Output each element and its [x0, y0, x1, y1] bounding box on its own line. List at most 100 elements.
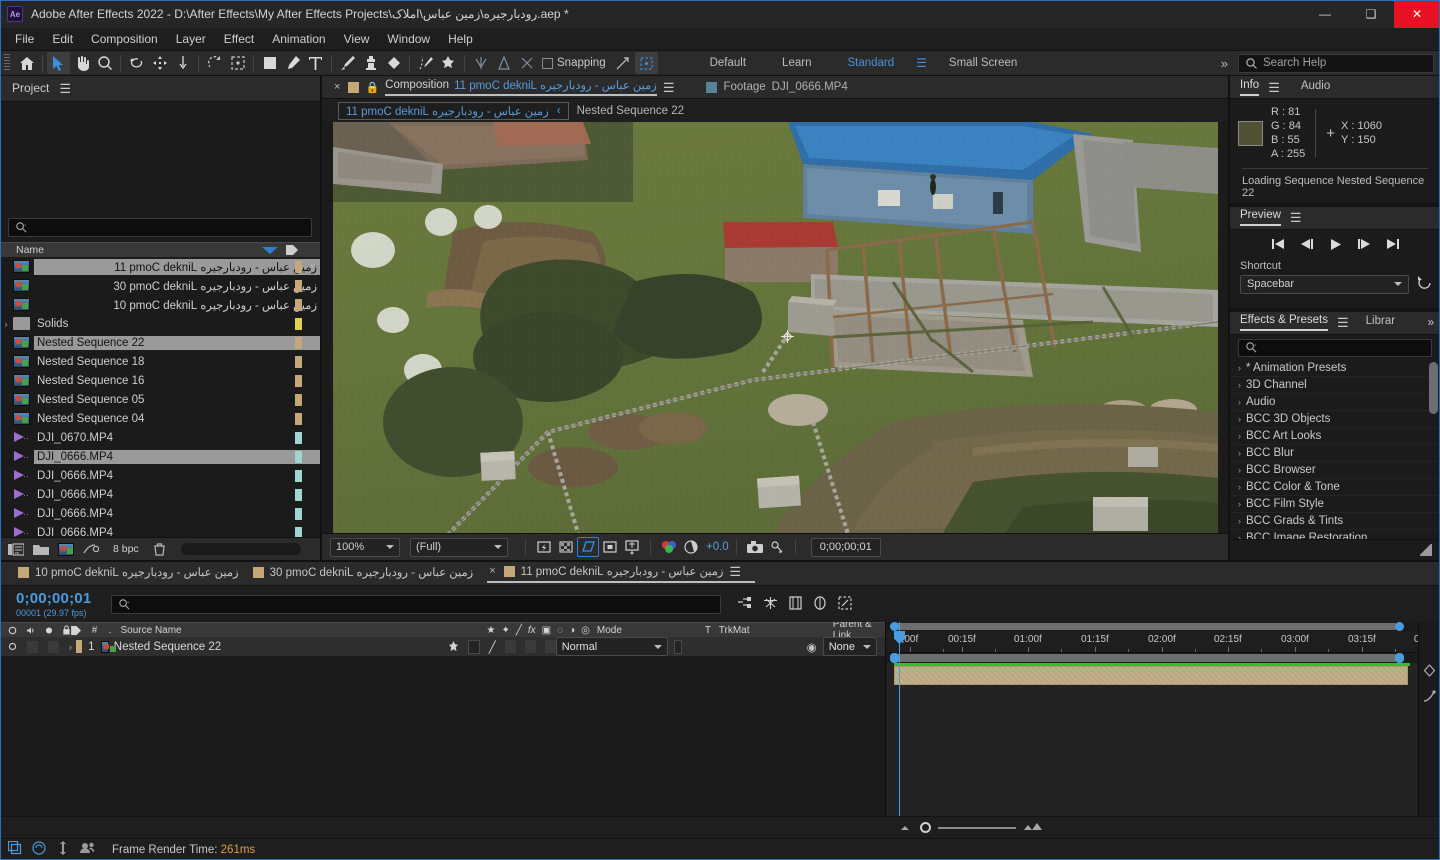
search-help-input[interactable]: Search Help — [1238, 53, 1434, 73]
effects-category-row[interactable]: › BCC Image Restoration — [1230, 530, 1440, 539]
workspace-small-screen[interactable]: Small Screen — [931, 57, 1035, 69]
mask-feather-tool-icon[interactable] — [634, 52, 658, 74]
fast-previews-icon[interactable] — [533, 537, 555, 557]
disclosure-triangle-icon[interactable]: › — [1238, 499, 1241, 509]
transparency-grid-icon[interactable] — [555, 537, 577, 557]
resize-grip-icon[interactable] — [1420, 543, 1432, 556]
draft-3d-icon[interactable] — [763, 596, 778, 613]
mode-value-box[interactable]: Normal — [555, 637, 668, 656]
interpret-footage-icon[interactable] — [8, 543, 24, 556]
toolbar-grip[interactable] — [2, 54, 12, 72]
timeline-panel-menu-icon[interactable]: ☰ — [729, 565, 741, 578]
menu-window[interactable]: Window — [378, 30, 439, 48]
distribute-icon[interactable] — [492, 52, 515, 74]
work-area-start-handle[interactable] — [890, 622, 899, 631]
current-timecode[interactable]: 0;00;00;01 — [0, 590, 91, 607]
previous-frame-icon[interactable] — [1300, 238, 1314, 253]
minimize-button[interactable]: — — [1302, 0, 1348, 28]
project-settings-icon[interactable] — [83, 543, 99, 556]
layer-label-swatch[interactable] — [76, 640, 82, 653]
menu-help[interactable]: Help — [439, 30, 482, 48]
roto-brush-tool-icon[interactable] — [414, 52, 437, 74]
shy-icon[interactable]: ★ — [486, 625, 495, 636]
effects-search-input[interactable] — [1238, 338, 1432, 357]
menu-layer[interactable]: Layer — [167, 30, 215, 48]
adaptive-resolution-icon[interactable] — [56, 841, 70, 858]
effects-cell[interactable] — [504, 640, 516, 653]
selection-tool-icon[interactable] — [47, 52, 70, 74]
layer-track-row[interactable] — [886, 666, 1418, 686]
3d-layer-icon[interactable]: ◎ — [581, 625, 590, 636]
tab-footage[interactable]: Footage DJI_0666.MP4 — [706, 81, 848, 93]
graph-editor-toggle-icon[interactable] — [1423, 690, 1436, 706]
bit-depth-label[interactable]: 8 bpc — [108, 542, 144, 556]
close-composition-tab-icon[interactable]: × — [332, 81, 342, 93]
workspace-learn[interactable]: Learn — [764, 57, 829, 69]
clone-stamp-tool-icon[interactable] — [359, 52, 382, 74]
tab-project[interactable]: Project — [12, 81, 49, 95]
effects-category-row[interactable]: › 3D Channel — [1230, 377, 1440, 394]
source-name-header[interactable]: Source Name — [114, 623, 486, 637]
project-panel-menu-icon[interactable]: ☰ — [59, 82, 71, 95]
label-color-header[interactable] — [71, 623, 83, 637]
effects-category-row[interactable]: › BCC Grads & Tints — [1230, 513, 1440, 530]
exposure-value[interactable]: +0.0 — [706, 541, 729, 553]
effects-icon[interactable]: fx — [528, 625, 536, 636]
parent-pickwhip-icon[interactable]: ◉ — [807, 640, 817, 654]
disclosure-triangle-icon[interactable]: › — [1238, 397, 1241, 407]
composition-panel-menu-icon[interactable]: ☰ — [663, 81, 675, 94]
label-color-swatch[interactable] — [295, 526, 302, 538]
composition-mini-flowchart-icon[interactable] — [737, 596, 752, 612]
tab-preview[interactable]: Preview — [1240, 209, 1281, 227]
disclosure-triangle-icon[interactable]: › — [1238, 482, 1241, 492]
copy-icon[interactable] — [7, 840, 22, 858]
parent-value-box[interactable]: None — [822, 637, 877, 656]
workspace-default[interactable]: Default — [692, 57, 764, 69]
region-of-interest-icon[interactable] — [577, 537, 599, 558]
playhead[interactable] — [894, 622, 905, 816]
label-color-swatch[interactable] — [295, 507, 302, 520]
work-area-end-handle[interactable] — [1395, 653, 1404, 663]
table-row[interactable]: › 1 Nested Sequence 22 ╱ Normal ◉ None — [0, 637, 885, 657]
anchor-point-icon[interactable] — [780, 330, 794, 344]
label-color-swatch[interactable] — [295, 393, 302, 406]
layer-t-cell[interactable] — [673, 639, 682, 654]
maximize-button[interactable]: ❑ — [1348, 0, 1394, 28]
list-item[interactable]: Nested Sequence 22 — [0, 333, 320, 352]
label-color-swatch[interactable] — [295, 469, 302, 482]
timeline-tab-comp-03[interactable]: زمین عباس - رودبارجیره Linked Comp 03 — [252, 565, 488, 582]
list-item[interactable]: DJI_0670.MP4 — [0, 428, 320, 447]
workspace-standard[interactable]: Standard — [829, 57, 912, 69]
list-item[interactable]: Nested Sequence 16 — [0, 371, 320, 390]
new-composition-icon[interactable] — [58, 542, 74, 556]
project-search-input[interactable] — [8, 217, 312, 238]
pixel-aspect-correction-icon[interactable] — [621, 537, 643, 557]
video-visibility-icon[interactable] — [8, 626, 17, 635]
snapshot-icon[interactable] — [744, 537, 766, 557]
motion-blur-icon[interactable]: ◌ — [557, 625, 563, 636]
frame-blending-icon[interactable]: ▣ — [542, 625, 551, 636]
zoom-slider-handle[interactable] — [920, 822, 931, 833]
rotation-tool-icon[interactable] — [125, 52, 148, 74]
snap-toggle-icon[interactable] — [515, 52, 538, 74]
effects-category-row[interactable]: › BCC Film Style — [1230, 496, 1440, 513]
timeline-track-area[interactable]: 0;00f 00:15f 01:00f 01:15f 02:00f 02:15f 03:00… — [886, 622, 1418, 816]
play-icon[interactable] — [1329, 238, 1342, 254]
work-area-bar[interactable] — [886, 653, 1418, 663]
column-name-label[interactable]: Name — [0, 244, 44, 256]
motion-blur-icon[interactable] — [838, 595, 852, 613]
audio-toggle[interactable] — [27, 640, 38, 653]
list-item[interactable]: DJI_0666.MP4 — [0, 466, 320, 485]
work-area-top-bar[interactable] — [886, 622, 1418, 631]
sync-settings-icon[interactable] — [32, 841, 46, 858]
delete-icon[interactable] — [153, 543, 166, 556]
show-snapshot-icon[interactable] — [766, 537, 788, 557]
reset-icon[interactable] — [1417, 276, 1432, 292]
composition-viewer[interactable] — [322, 122, 1228, 534]
disclosure-triangle-icon[interactable]: › — [0, 319, 12, 329]
label-color-swatch[interactable] — [295, 355, 302, 368]
frame-blending-cell[interactable] — [524, 640, 536, 653]
list-item[interactable]: زمین عباس - رودبارجیره Linked Comp 03 — [0, 276, 320, 295]
graph-editor-icon[interactable] — [813, 595, 827, 613]
label-color-swatch[interactable] — [295, 317, 302, 330]
